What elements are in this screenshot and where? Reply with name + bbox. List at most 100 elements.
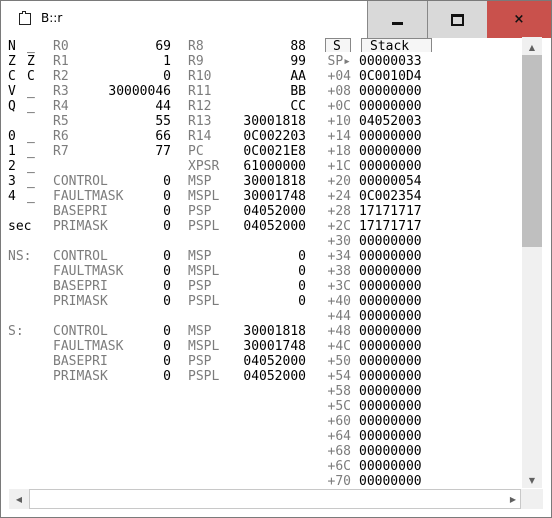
stack-value[interactable]: 04052003 [359,114,422,129]
minimize-button[interactable] [367,1,427,38]
flag-value[interactable]: _ [27,144,35,159]
register-value[interactable]: 0C0021E8 [196,144,306,159]
vertical-scroll-thumb[interactable] [522,55,542,247]
s-stack-value[interactable]: 04052000 [196,354,306,369]
special-register-value[interactable]: 0 [131,189,171,204]
register-value[interactable]: 61000000 [196,159,306,174]
stack-value[interactable]: 00000054 [359,174,422,189]
scroll-down-icon[interactable]: ▼ [524,472,540,488]
stack-value[interactable]: 00000000 [359,339,422,354]
register-value[interactable]: 30000046 [61,84,171,99]
stack-value[interactable]: 00000000 [359,309,422,324]
stack-value[interactable]: 00000000 [359,429,422,444]
stack-value[interactable]: 0C0010D4 [359,69,422,84]
ns-special-value[interactable]: 0 [131,249,171,264]
stack-value[interactable]: 17171717 [359,219,422,234]
ns-stack-value[interactable]: 0 [196,249,306,264]
special-register-value[interactable]: 0 [131,174,171,189]
flag-value[interactable]: Z [27,54,35,69]
s-special-value[interactable]: 0 [131,354,171,369]
maximize-button[interactable] [427,1,487,38]
scroll-left-icon[interactable]: ◀ [11,491,27,507]
flag-value[interactable]: _ [27,129,35,144]
flag-value[interactable]: _ [27,84,35,99]
register-value[interactable]: CC [196,99,306,114]
stack-value[interactable]: 00000000 [359,324,422,339]
register-value[interactable]: BB [196,84,306,99]
stack-offset: +48 [327,324,351,339]
s-special-value[interactable]: 0 [131,324,171,339]
register-value[interactable]: 44 [61,99,171,114]
s-special-value[interactable]: 0 [131,369,171,384]
register-value[interactable]: AA [196,69,306,84]
ns-special-value[interactable]: 0 [131,279,171,294]
stack-value[interactable]: 17171717 [359,204,422,219]
special-register-value[interactable]: 0 [131,219,171,234]
s-stack-value[interactable]: 30001748 [196,339,306,354]
stack-value[interactable]: 00000000 [359,414,422,429]
horizontal-scroll-thumb[interactable] [29,489,521,509]
s-label: S: [8,324,24,339]
register-value[interactable]: 66 [61,129,171,144]
stack-value[interactable]: 00000000 [359,369,422,384]
register-value[interactable]: 88 [196,39,306,54]
ns-special-value[interactable]: 0 [131,294,171,309]
flag-value[interactable]: C [27,69,35,84]
stack-header-s[interactable]: S [333,39,341,54]
window-icon[interactable] [19,11,31,25]
ns-special-value[interactable]: 0 [131,264,171,279]
stack-value[interactable]: 00000000 [359,249,422,264]
stack-value[interactable]: 00000000 [359,399,422,414]
s-special-value[interactable]: 0 [131,339,171,354]
flag-value[interactable]: _ [27,159,35,174]
flag-value[interactable]: _ [27,189,35,204]
scroll-up-icon[interactable]: ▲ [524,39,540,55]
register-value[interactable]: 30001818 [196,174,306,189]
register-value[interactable]: 55 [61,114,171,129]
flag-value[interactable]: _ [27,174,35,189]
stack-offset: +64 [327,429,351,444]
register-value[interactable]: 30001818 [196,114,306,129]
scroll-right-icon[interactable]: ▶ [505,491,521,507]
s-stack-value[interactable]: 04052000 [196,369,306,384]
register-value[interactable]: 1 [61,54,171,69]
register-value[interactable]: 30001748 [196,189,306,204]
stack-value[interactable]: 00000000 [359,384,422,399]
register-value[interactable]: 69 [61,39,171,54]
stack-value[interactable]: 00000000 [359,279,422,294]
register-value[interactable]: 04052000 [196,204,306,219]
stack-value[interactable]: 00000000 [359,84,422,99]
stack-offset: +38 [327,264,351,279]
close-button[interactable]: × [487,1,551,38]
stack-value[interactable]: 00000000 [359,444,422,459]
register-value[interactable]: 77 [61,144,171,159]
stack-value[interactable]: 00000000 [359,99,422,114]
stack-value[interactable]: 00000033 [359,54,422,69]
stack-offset: +30 [327,234,351,249]
stack-value[interactable]: 00000000 [359,474,422,489]
stack-value[interactable]: 00000000 [359,264,422,279]
stack-value[interactable]: 00000000 [359,294,422,309]
flag-value[interactable]: _ [27,39,35,54]
title-bar[interactable]: B::r × [1,1,551,38]
stack-value[interactable]: 00000000 [359,234,422,249]
stack-value[interactable]: 00000000 [359,144,422,159]
ns-stack-value[interactable]: 0 [196,294,306,309]
special-register-value[interactable]: 0 [131,204,171,219]
stack-value[interactable]: 0C002354 [359,189,422,204]
stack-value[interactable]: 00000000 [359,129,422,144]
register-value[interactable]: 99 [196,54,306,69]
stack-offset: +1C [327,159,351,174]
stack-header-stack[interactable]: Stack [370,39,409,54]
register-value[interactable]: 0C002203 [196,129,306,144]
register-value[interactable]: 04052000 [196,219,306,234]
stack-value[interactable]: 00000000 [359,159,422,174]
ns-stack-value[interactable]: 0 [196,264,306,279]
flag-name: N [8,39,16,54]
ns-stack-value[interactable]: 0 [196,279,306,294]
s-stack-value[interactable]: 30001818 [196,324,306,339]
stack-value[interactable]: 00000000 [359,459,422,474]
flag-value[interactable]: _ [27,99,35,114]
register-value[interactable]: 0 [61,69,171,84]
stack-value[interactable]: 00000000 [359,354,422,369]
